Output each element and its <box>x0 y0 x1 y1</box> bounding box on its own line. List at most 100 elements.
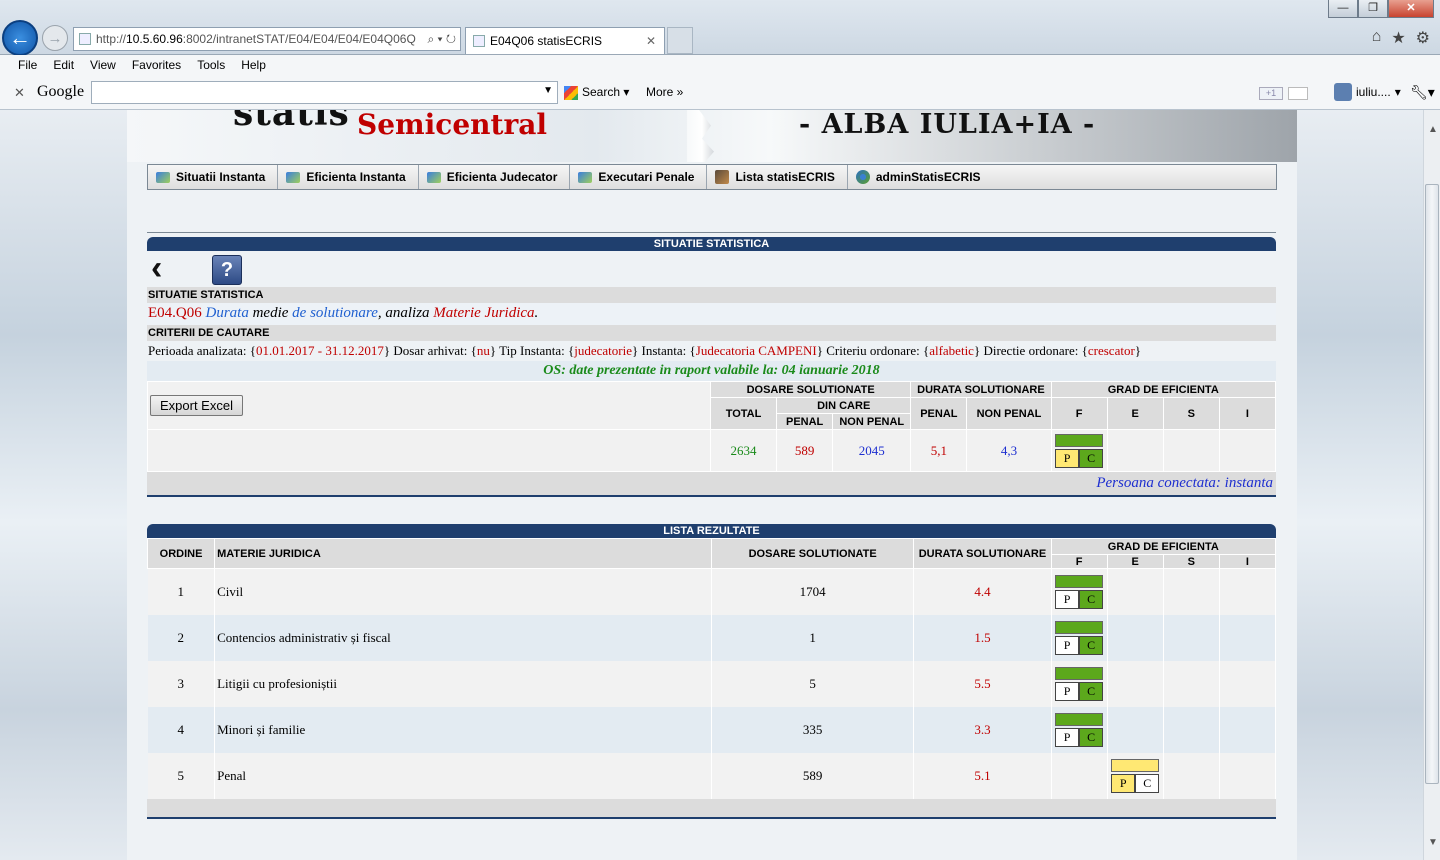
minimize-button[interactable]: — <box>1328 0 1358 18</box>
google-search-button[interactable]: Search ▾ <box>564 85 629 100</box>
row-grad-f: PC <box>1051 706 1108 753</box>
menu-label: Eficienta Judecator <box>446 170 558 184</box>
settings-gear-icon[interactable]: ⚙ <box>1416 28 1430 48</box>
chevron-down-icon[interactable]: ▼ <box>543 85 553 96</box>
admin-icon <box>855 170 870 184</box>
tab-close-icon[interactable]: ✕ <box>646 28 656 54</box>
pc-c: C <box>1135 773 1160 793</box>
row-grad-f: PC <box>1051 614 1108 661</box>
forward-button[interactable]: → <box>42 25 68 51</box>
new-tab-button[interactable] <box>667 27 693 54</box>
wrench-icon[interactable]: 🔧︎▾ <box>1410 84 1435 101</box>
user-menu[interactable]: iuliu.... ▾ <box>1334 83 1401 101</box>
menu-view[interactable]: View <box>82 55 124 77</box>
pc-c: C <box>1079 681 1104 701</box>
row-grad-i <box>1219 660 1277 707</box>
criteria-line: Perioada analizata: {01.01.2017 - 31.12.… <box>147 341 1276 361</box>
col-durata-solutionare: DURATA SOLUTIONARE <box>913 538 1052 569</box>
menu-admin-statisecris[interactable]: adminStatisECRIS <box>848 165 993 189</box>
menu-label: Eficienta Instanta <box>306 170 406 184</box>
row-grad-i <box>1219 706 1277 753</box>
divider <box>147 232 1276 233</box>
tab-active[interactable]: E04Q06 statisECRIS ✕ <box>465 27 665 54</box>
criteria-label: Dosar arhivat: { <box>390 343 477 358</box>
url-prefix: http:// <box>96 32 127 46</box>
address-tools[interactable]: ⌕ ▾ ↻ <box>423 28 456 50</box>
export-excel-button[interactable]: Export Excel <box>150 395 243 416</box>
menu-tools[interactable]: Tools <box>189 55 233 77</box>
col-non-penal: NON PENAL <box>832 413 912 430</box>
col-durata: DURATA SOLUTIONARE <box>910 381 1052 398</box>
efficiency-bar <box>1055 620 1104 634</box>
table-row: 3 Litigii cu profesioniștii 5 5.5 P C <box>147 660 1277 707</box>
plus-one-icon[interactable]: +1 <box>1259 87 1283 100</box>
site-banner: statis Semicentral - ALBA IULIA+IA - <box>127 110 1297 162</box>
col-grad-f: F <box>1050 397 1108 430</box>
back-button[interactable]: ← <box>2 20 38 56</box>
table-row: 1 Civil 1704 4.4 P C <box>147 568 1277 615</box>
menu-lista-statisecris[interactable]: Lista statisECRIS <box>707 165 848 189</box>
menu-edit[interactable]: Edit <box>45 55 82 77</box>
row-grad-i <box>1219 752 1277 799</box>
close-window-button[interactable]: ✕ <box>1388 0 1434 18</box>
col-materie: MATERIE JURIDICA <box>214 538 712 569</box>
maximize-button[interactable]: ❐ <box>1358 0 1388 18</box>
menu-label: adminStatisECRIS <box>875 170 981 184</box>
row-dosare: 1 <box>711 614 915 661</box>
pc-c: C <box>1079 589 1104 609</box>
value-non-penal: 2045 <box>832 429 912 472</box>
col-e: E <box>1106 554 1164 569</box>
scroll-up-icon[interactable]: ▲ <box>1428 124 1438 135</box>
menu-executari-penale[interactable]: Executari Penale <box>570 165 708 189</box>
page-icon <box>79 33 91 45</box>
col-f: F <box>1050 554 1108 569</box>
row-durata: 4.4 <box>913 568 1052 615</box>
row-grad-e: PC <box>1107 752 1164 799</box>
address-bar[interactable]: http://10.5.60.96:8002/intranetSTAT/E04/… <box>73 27 461 51</box>
criteria-label: Directie ordonare: { <box>980 343 1088 358</box>
menu-eficienta-judecator[interactable]: Eficienta Judecator <box>419 165 571 189</box>
scroll-thumb[interactable] <box>1425 184 1439 784</box>
window-controls: — ❐ ✕ <box>1328 0 1434 18</box>
menu-situatii-instanta[interactable]: Situatii Instanta <box>148 165 279 189</box>
vertical-scrollbar[interactable]: ▲ ▼ <box>1423 110 1440 860</box>
col-s: S <box>1162 554 1220 569</box>
efficiency-bar <box>1055 666 1104 680</box>
col-i: I <box>1218 554 1277 569</box>
col-grad: GRAD DE EFICIENTA <box>1050 381 1277 398</box>
lista-header: LISTA REZULTATE <box>147 524 1276 538</box>
row-ordine: 5 <box>147 752 216 799</box>
grad-e-cell <box>1106 429 1164 472</box>
title-durata: Durata <box>205 305 249 321</box>
home-icon[interactable]: ⌂ <box>1372 28 1382 48</box>
grad-f-cell: P C <box>1050 429 1108 472</box>
scroll-down-icon[interactable]: ▼ <box>1428 837 1438 848</box>
share-icon[interactable] <box>1288 87 1308 100</box>
row-grad-i <box>1219 614 1277 661</box>
menu-file[interactable]: File <box>10 55 45 77</box>
row-dosare: 335 <box>711 706 915 753</box>
favorites-star-icon[interactable]: ★ <box>1391 28 1405 48</box>
menu-favorites[interactable]: Favorites <box>124 55 189 77</box>
row-materie: Minori și familie <box>214 706 712 753</box>
row-grad-f: PC <box>1051 660 1108 707</box>
criteria-label: Perioada analizata: { <box>148 343 257 358</box>
back-arrow-icon[interactable]: ‹ <box>151 251 162 285</box>
banner-tear <box>687 110 714 162</box>
value-durata-penal: 5,1 <box>910 429 968 472</box>
col-grad-e: E <box>1106 397 1164 430</box>
browser-right-icons: ⌂ ★ ⚙ <box>1372 28 1430 48</box>
more-button[interactable]: More » <box>646 85 683 99</box>
criteria-label: Tip Instanta: { <box>496 343 575 358</box>
google-search-input[interactable]: ▼ <box>91 81 558 104</box>
row-grad-e <box>1107 568 1164 615</box>
menu-eficienta-instanta[interactable]: Eficienta Instanta <box>278 165 419 189</box>
menu-help[interactable]: Help <box>233 55 274 77</box>
row-materie: Contencios administrativ și fiscal <box>214 614 712 661</box>
col-grad-s: S <box>1162 397 1220 430</box>
toolbar-close-icon[interactable]: ✕ <box>14 85 25 101</box>
pc-box: P C <box>1055 448 1104 468</box>
help-icon[interactable]: ? <box>212 255 242 285</box>
col-din-care: DIN CARE <box>776 397 912 414</box>
menu-label: Lista statisECRIS <box>735 170 835 184</box>
